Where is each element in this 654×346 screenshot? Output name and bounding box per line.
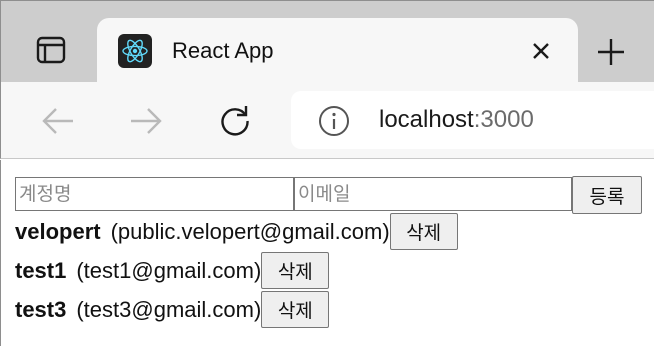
user-list: velopert (public.velopert@gmail.com) 삭제 … bbox=[15, 212, 458, 329]
plus-icon[interactable] bbox=[591, 32, 631, 72]
browser-tab-strip: React App bbox=[0, 0, 654, 84]
browser-toolbar: localhost:3000 bbox=[0, 82, 654, 159]
username-input[interactable] bbox=[15, 177, 294, 211]
tab-title: React App bbox=[172, 38, 274, 63]
address-host: localhost bbox=[379, 106, 474, 133]
user-create-form: 등록 bbox=[15, 176, 642, 214]
delete-user-button[interactable]: 삭제 bbox=[261, 252, 330, 289]
close-icon[interactable] bbox=[524, 34, 558, 68]
browser-tab[interactable]: React App bbox=[97, 18, 578, 84]
user-username: velopert bbox=[15, 218, 101, 244]
address-url[interactable]: localhost:3000 bbox=[379, 91, 534, 149]
back-arrow-icon[interactable] bbox=[35, 98, 81, 144]
register-button[interactable]: 등록 bbox=[572, 176, 642, 214]
user-item: test3 (test3@gmail.com) 삭제 bbox=[15, 290, 458, 329]
address-port: :3000 bbox=[473, 106, 534, 133]
delete-user-button[interactable]: 삭제 bbox=[389, 213, 458, 250]
user-item: velopert (public.velopert@gmail.com) 삭제 bbox=[15, 212, 458, 251]
user-username: test1 bbox=[15, 257, 67, 283]
react-logo-icon bbox=[118, 34, 152, 68]
address-bar[interactable]: localhost:3000 bbox=[291, 91, 654, 149]
info-icon[interactable] bbox=[317, 104, 351, 138]
reload-icon[interactable] bbox=[212, 98, 258, 144]
user-email: (public.velopert@gmail.com) bbox=[110, 218, 390, 244]
user-item: test1 (test1@gmail.com) 삭제 bbox=[15, 251, 458, 290]
forward-arrow-icon[interactable] bbox=[123, 98, 169, 144]
tab-actions-icon[interactable] bbox=[27, 26, 75, 74]
page-content: 등록 velopert (public.velopert@gmail.com) … bbox=[0, 160, 654, 346]
email-input[interactable] bbox=[294, 177, 572, 211]
user-email: (test1@gmail.com) bbox=[76, 257, 262, 283]
user-email: (test3@gmail.com) bbox=[76, 296, 262, 322]
user-username: test3 bbox=[15, 296, 67, 322]
delete-user-button[interactable]: 삭제 bbox=[261, 291, 330, 328]
